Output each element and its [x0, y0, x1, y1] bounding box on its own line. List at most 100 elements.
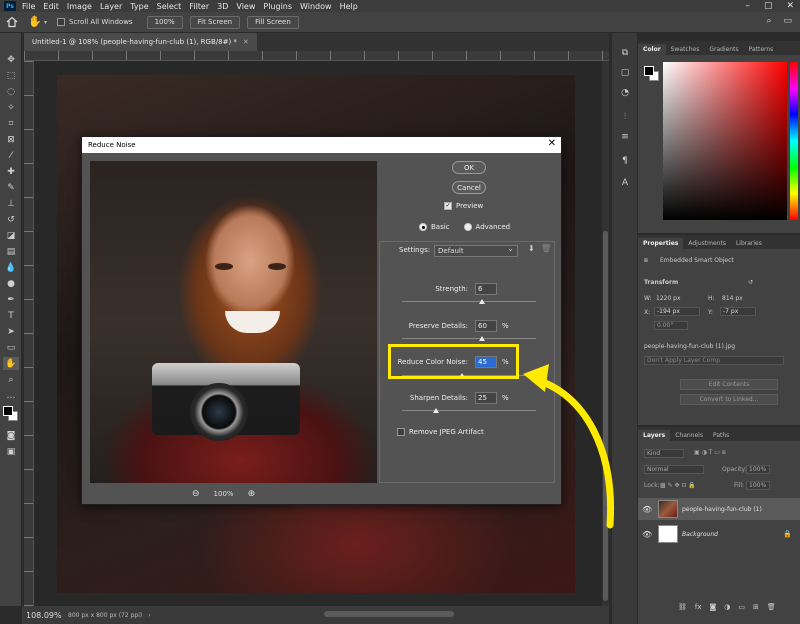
scroll-all-windows-checkbox[interactable]	[57, 18, 66, 26]
close-window-icon[interactable]: ✕	[786, 1, 794, 11]
sharpen-details-field[interactable]: 25	[475, 392, 497, 404]
new-layer-icon[interactable]: ⊞	[753, 603, 759, 611]
dialog-title-bar[interactable]: Reduce Noise ✕	[82, 137, 561, 153]
edit-contents-button[interactable]: Edit Contents	[680, 379, 778, 390]
reset-transform-icon[interactable]: ↺	[748, 279, 753, 286]
magic-wand-tool-icon[interactable]: ✧	[3, 101, 19, 114]
layer-row[interactable]: 👁 Background 🔒	[638, 523, 800, 545]
home-icon[interactable]	[6, 16, 18, 28]
menu-file[interactable]: File	[22, 2, 35, 11]
crop-tool-icon[interactable]: ⌗	[3, 117, 19, 130]
tab-paths[interactable]: Paths	[708, 430, 734, 441]
healing-brush-tool-icon[interactable]: ✚	[3, 165, 19, 178]
tab-adjustments[interactable]: Adjustments	[683, 238, 731, 249]
menu-view[interactable]: View	[236, 2, 255, 11]
menu-help[interactable]: Help	[340, 2, 358, 11]
status-menu-caret-icon[interactable]: ›	[148, 612, 150, 619]
menu-select[interactable]: Select	[157, 2, 182, 11]
sharpen-details-slider-knob[interactable]	[432, 408, 439, 413]
menu-plugins[interactable]: Plugins	[263, 2, 292, 11]
move-tool-icon[interactable]: ✥	[3, 53, 19, 66]
screen-mode-icon[interactable]: ▣	[3, 445, 19, 458]
layer-name[interactable]: Background	[682, 531, 718, 538]
fill-screen-button[interactable]: Fill Screen	[247, 15, 299, 29]
zoom-out-icon[interactable]: ⊖	[192, 489, 200, 499]
lock-icons[interactable]: ▩ ✎ ✥ ⊡ 🔒	[660, 482, 696, 489]
add-mask-icon[interactable]: ◙	[710, 603, 717, 611]
layer-name[interactable]: people-having-fun-club (1)	[682, 506, 762, 513]
save-settings-icon[interactable]: ⬇	[528, 244, 537, 254]
delete-settings-icon[interactable]: 🗑	[541, 244, 551, 254]
eyedropper-tool-icon[interactable]: ⁄	[3, 149, 19, 162]
preserve-details-field[interactable]: 60	[475, 320, 497, 332]
brush-settings-icon[interactable]: ≡	[619, 131, 631, 143]
tab-channels[interactable]: Channels	[670, 430, 708, 441]
brush-tool-icon[interactable]: ✎	[3, 181, 19, 194]
cancel-button[interactable]: Cancel	[452, 181, 486, 194]
eraser-tool-icon[interactable]: ◪	[3, 229, 19, 242]
preview-option[interactable]: ✓ Preview	[444, 202, 483, 210]
quick-mask-icon[interactable]: ◙	[3, 429, 19, 442]
visibility-eye-icon[interactable]: 👁	[642, 505, 656, 514]
shape-tool-icon[interactable]: ▭	[3, 341, 19, 354]
basic-radio[interactable]	[419, 223, 427, 231]
menu-window[interactable]: Window	[300, 2, 332, 11]
blur-tool-icon[interactable]: 💧	[3, 261, 19, 274]
strength-slider-knob[interactable]	[479, 299, 486, 304]
frame-tool-icon[interactable]: ⊠	[3, 133, 19, 146]
width-value[interactable]: 1220 px	[656, 295, 681, 302]
workspace-icon[interactable]: ▭	[783, 16, 792, 26]
menu-image[interactable]: Image	[67, 2, 92, 11]
menu-filter[interactable]: Filter	[189, 2, 209, 11]
angle-field[interactable]: 0.00°	[654, 321, 688, 330]
tool-preset-caret-icon[interactable]: ▾	[44, 19, 47, 26]
pen-tool-icon[interactable]: ✒	[3, 293, 19, 306]
clone-stamp-tool-icon[interactable]: ⊥	[3, 197, 19, 210]
close-document-icon[interactable]: ✕	[243, 38, 249, 46]
preview-checkbox[interactable]: ✓	[444, 202, 452, 210]
tab-gradients[interactable]: Gradients	[704, 44, 743, 55]
preserve-details-slider[interactable]	[402, 336, 536, 341]
tab-color[interactable]: Color	[638, 44, 666, 55]
lasso-tool-icon[interactable]: ◌	[3, 85, 19, 98]
tab-layers[interactable]: Layers	[638, 430, 671, 441]
adjustment-layer-icon[interactable]: ◑	[724, 603, 730, 611]
fill-field[interactable]: 100%	[746, 481, 770, 490]
history-panel-icon[interactable]: ⧉	[619, 47, 631, 59]
status-zoom[interactable]: 108.09%	[26, 611, 62, 620]
character-panel-icon[interactable]: A	[619, 177, 631, 189]
type-tool-icon[interactable]: T	[3, 309, 19, 322]
hue-slider[interactable]	[790, 62, 798, 220]
tab-patterns[interactable]: Patterns	[744, 44, 779, 55]
horizontal-scroll-thumb[interactable]	[324, 611, 454, 617]
fit-screen-button[interactable]: Fit Screen	[189, 15, 241, 29]
search-icon[interactable]: ⌕	[766, 16, 771, 26]
settings-select[interactable]: Default	[434, 244, 518, 257]
comments-panel-icon[interactable]: ▢	[619, 67, 631, 79]
ok-button[interactable]: OK	[452, 161, 486, 174]
marquee-tool-icon[interactable]: ⬚	[3, 69, 19, 82]
learn-panel-icon[interactable]: ◔	[619, 87, 631, 99]
hand-tool-icon[interactable]: ✋	[28, 16, 42, 28]
zoom-in-icon[interactable]: ⊕	[248, 489, 256, 499]
layer-filter-kind[interactable]: Kind	[644, 449, 684, 458]
layer-filter-icons[interactable]: ▣ ◑ T ▭ ⧈	[694, 449, 726, 457]
y-field[interactable]: -7 px	[720, 307, 756, 316]
convert-to-linked-button[interactable]: Convert to Linked...	[680, 394, 778, 405]
opacity-field[interactable]: 100%	[746, 465, 770, 474]
color-picker-field[interactable]	[663, 62, 787, 220]
layer-style-icon[interactable]: fx	[695, 603, 702, 611]
strength-slider[interactable]	[402, 299, 536, 304]
more-tools-icon[interactable]: …	[3, 389, 19, 402]
advanced-radio[interactable]	[463, 223, 472, 231]
layer-row[interactable]: 👁 people-having-fun-club (1)	[638, 498, 800, 520]
tab-swatches[interactable]: Swatches	[666, 44, 705, 55]
layer-comp-select[interactable]: Don't Apply Layer Comp	[644, 356, 784, 365]
paragraph-panel-icon[interactable]: ¶	[619, 155, 631, 167]
visibility-eye-icon[interactable]: 👁	[642, 530, 656, 539]
remove-jpeg-checkbox[interactable]	[397, 428, 405, 436]
zoom-tool-icon[interactable]: ⌕	[3, 373, 19, 386]
strength-field[interactable]: 6	[475, 283, 497, 295]
delete-layer-icon[interactable]: 🗑	[767, 603, 776, 611]
menu-layer[interactable]: Layer	[100, 2, 122, 11]
